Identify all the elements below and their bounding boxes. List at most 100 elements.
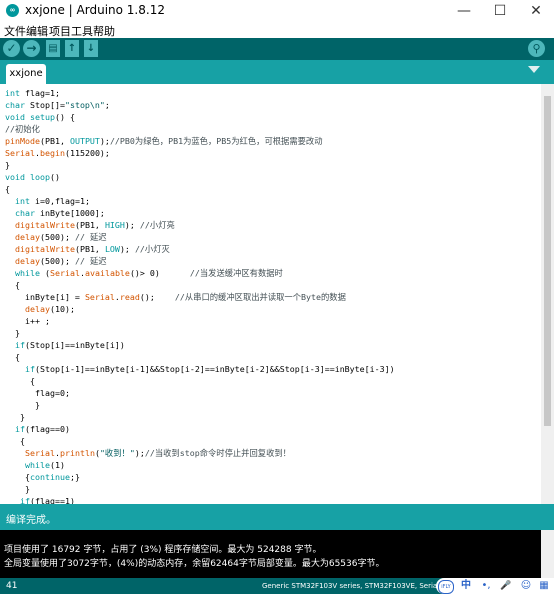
code-token: int <box>15 196 30 206</box>
code-token: if <box>20 496 30 504</box>
code-token: digitalWrite <box>15 244 75 254</box>
code-line: Serial.println("收到！");//当收到stop命令时停止并回复收… <box>5 447 291 459</box>
editor-scrollbar[interactable] <box>541 84 554 504</box>
code-line: digitalWrite(PB1, HIGH); //小灯亮 <box>5 219 175 231</box>
code-token: inByte[1000]; <box>34 208 105 218</box>
tab-menu-chevron-down-icon[interactable] <box>528 66 540 73</box>
verify-button[interactable]: ✓ <box>3 40 20 57</box>
code-token: while <box>24 460 50 470</box>
code-token: int <box>5 88 20 98</box>
code-line: int flag=1; <box>5 87 60 99</box>
code-token: //从串口的缓冲区取出并读取一个Byte的数据 <box>174 292 346 302</box>
emoji-icon[interactable]: ☺ <box>518 579 534 593</box>
code-editor[interactable]: int flag=1; char Stop[]="stop\n"; void set… <box>0 84 541 504</box>
code-token: Serial <box>49 268 80 278</box>
punctuation-icon[interactable]: •, <box>478 579 494 593</box>
code-token: loop <box>29 172 50 182</box>
grid-icon[interactable]: ▦ <box>536 579 552 593</box>
code-token: ()> 0) <box>129 268 190 278</box>
menu-file[interactable]: 文件 <box>4 23 26 39</box>
microphone-icon[interactable]: 🎤 <box>498 579 514 593</box>
code-line: void loop() <box>5 171 60 183</box>
code-token: (Stop[i-1]==inByte[i-1]&&Stop[i-2]==inBy… <box>34 364 395 374</box>
maximize-button[interactable]: ☐ <box>482 0 518 22</box>
code-line: Serial.begin(115200); <box>5 147 110 159</box>
code-token: read <box>119 292 140 302</box>
upload-button[interactable]: → <box>23 40 40 57</box>
console-line: 全局变量使用了3072字节，(4%)的动态内存，余留62464字节局部变量。最大… <box>4 559 385 569</box>
toolbar: ✓ → ▤ ↑ ↓ ⚲ <box>0 38 554 60</box>
serial-monitor-button[interactable]: ⚲ <box>528 40 545 57</box>
code-token: void <box>5 172 25 182</box>
code-token: { <box>5 472 30 482</box>
menu-bar: 文件 编辑 项目 工具 帮助 <box>0 22 554 38</box>
console-scrollbar[interactable] <box>541 530 554 578</box>
menu-help[interactable]: 帮助 <box>93 23 115 39</box>
menu-edit[interactable]: 编辑 <box>26 23 48 39</box>
minimize-button[interactable]: — <box>446 0 482 22</box>
code-line: } <box>5 483 30 495</box>
close-button[interactable]: ✕ <box>518 0 554 22</box>
code-line: } <box>5 159 10 171</box>
code-line: //初始化 <box>5 123 40 135</box>
code-token: //初始化 <box>5 124 40 134</box>
code-token: "收到！" <box>99 448 135 458</box>
board-info: Generic STM32F103V series, STM32F103VE, … <box>262 582 447 590</box>
code-token: () <box>49 172 60 182</box>
code-token: (); <box>139 292 175 302</box>
code-token: ;} <box>69 472 80 482</box>
code-line: void setup() { <box>5 111 75 123</box>
footer-bar: 41 Generic STM32F103V series, STM32F103V… <box>0 578 554 594</box>
menu-sketch[interactable]: 项目 <box>49 23 71 39</box>
code-token: setup <box>29 112 55 122</box>
code-token: ); <box>124 220 140 230</box>
ifly-icon[interactable]: iFLY <box>438 580 454 594</box>
code-line: { <box>5 279 20 291</box>
code-token: char <box>15 208 35 218</box>
ime-lang-toggle[interactable]: 中 <box>458 579 474 593</box>
code-line: } <box>5 411 25 423</box>
new-sketch-button[interactable]: ▤ <box>46 40 60 57</box>
code-token: i=0,flag=1; <box>30 196 90 206</box>
code-token: { <box>5 436 25 446</box>
code-token: () { <box>54 112 75 122</box>
code-token: (flag==0) <box>25 424 70 434</box>
code-token: i++ ; <box>5 316 50 326</box>
code-token: { <box>5 184 10 194</box>
ime-toolbar: iFLY 中 •, 🎤 ☺ ▦ <box>436 578 554 594</box>
code-token: delay <box>15 232 40 242</box>
code-token: (flag==1) <box>30 496 75 504</box>
code-token: } <box>5 400 40 410</box>
code-token: flag=1; <box>20 88 60 98</box>
tab-xxjone[interactable]: xxjone <box>6 64 46 84</box>
code-line: pinMode(PB1, OUTPUT);//PB0为绿色，PB1为蓝色，PB5… <box>5 135 323 147</box>
code-token: ); <box>119 244 135 254</box>
code-line: digitalWrite(PB1, LOW); //小灯灭 <box>5 243 170 255</box>
open-sketch-button[interactable]: ↑ <box>65 40 79 57</box>
menu-tools[interactable]: 工具 <box>71 23 93 39</box>
save-sketch-button[interactable]: ↓ <box>84 40 98 57</box>
window-title: xxjone | Arduino 1.8.12 <box>25 3 165 17</box>
code-token: (500); <box>39 232 75 242</box>
code-token: (PB1, <box>74 220 105 230</box>
code-token: (1) <box>49 460 65 470</box>
editor-scrollbar-thumb[interactable] <box>544 96 551 426</box>
code-token: } <box>5 160 10 170</box>
code-token: (Stop[i]==inByte[i]) <box>25 340 125 350</box>
code-token: flag=0; <box>5 388 70 398</box>
code-token: HIGH <box>104 220 125 230</box>
code-token: } <box>5 412 25 422</box>
code-token: if <box>15 340 25 350</box>
code-token: while <box>15 268 40 278</box>
code-token: { <box>5 280 20 290</box>
code-line: flag=0; <box>5 387 70 399</box>
code-token: // 延迟 <box>74 232 107 242</box>
code-line: { <box>5 183 10 195</box>
